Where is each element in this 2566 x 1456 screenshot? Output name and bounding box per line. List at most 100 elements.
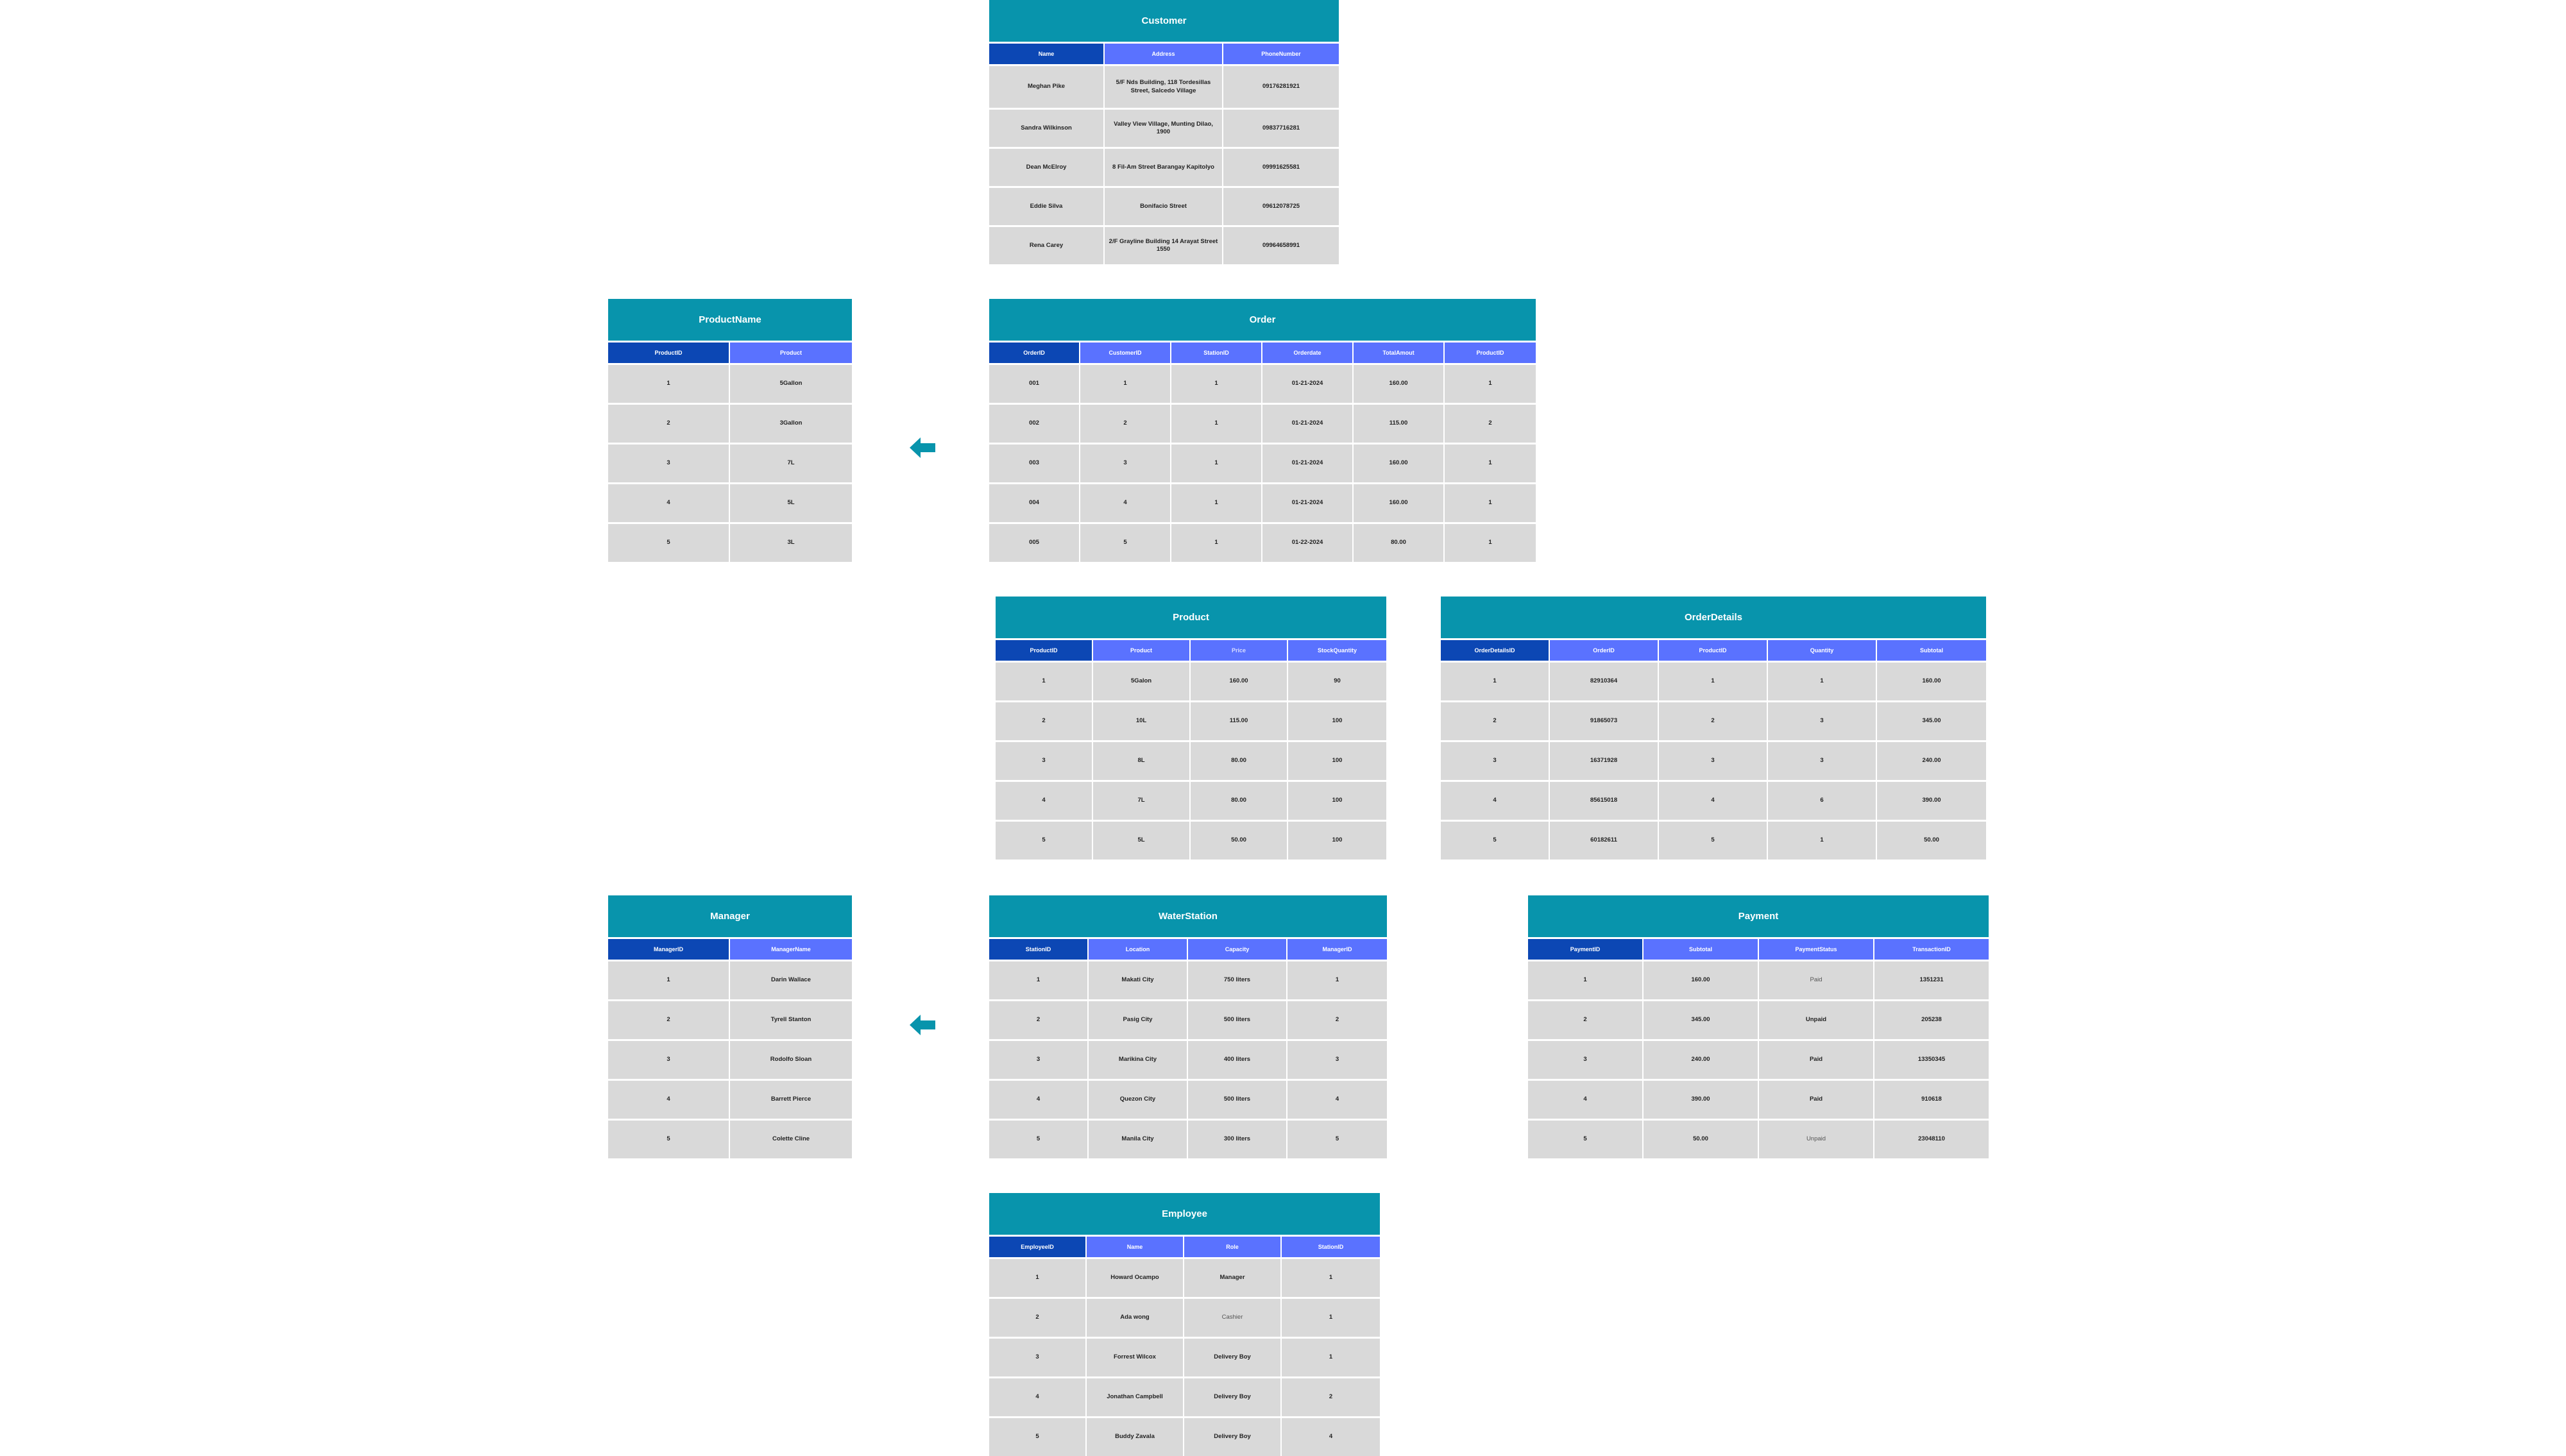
table-cell: 2 [608, 1001, 730, 1039]
column-header: OrderDetailsID [1441, 640, 1550, 661]
table-cell: Forrest Wilcox [1087, 1339, 1184, 1376]
table-cell: 09612078725 [1223, 188, 1339, 225]
table-cell: 4 [989, 1378, 1087, 1416]
table-cell: 3 [989, 1339, 1087, 1376]
table-header-row: ProductID Product [608, 343, 852, 363]
table-cell: Dean McElroy [989, 149, 1105, 186]
column-header: ManagerName [730, 939, 852, 960]
table-title: ProductName [608, 299, 852, 343]
table-cell: 4 [1659, 782, 1768, 820]
column-header: ManagerID [608, 939, 730, 960]
table-title: Employee [989, 1193, 1380, 1237]
table-cell: Howard Ocampo [1087, 1259, 1184, 1297]
table-cell: 1 [989, 1259, 1087, 1297]
table-row: 5 Buddy Zavala Delivery Boy 4 [989, 1416, 1380, 1456]
table-cell: 82910364 [1550, 663, 1659, 700]
table-cell: 10L [1093, 702, 1191, 740]
column-header: Orderdate [1262, 343, 1354, 363]
table-row: 4 85615018 4 6 390.00 [1441, 780, 1986, 820]
table-cell: 1 [1768, 822, 1877, 859]
table-cell: Sandra Wilkinson [989, 110, 1105, 147]
table-cell: 80.00 [1191, 782, 1288, 820]
table-cell: 3 [608, 444, 730, 482]
table-row: 003 3 1 01-21-2024 160.00 1 [989, 443, 1536, 482]
table-cell: 16371928 [1550, 742, 1659, 780]
table-cell: 5 [1528, 1121, 1644, 1158]
table-cell: 2 [1287, 1001, 1387, 1039]
table-row: 4 Quezon City 500 liters 4 [989, 1079, 1387, 1119]
manager-table: Manager ManagerID ManagerName 1 Darin Wallac… [608, 895, 852, 1158]
table-row: 4 7L 80.00 100 [996, 780, 1386, 820]
table-cell: 85615018 [1550, 782, 1659, 820]
table-cell: 1 [1171, 484, 1262, 522]
table-header-row: ProductID Product Price StockQuantity [996, 640, 1386, 661]
table-cell: 5 [1080, 524, 1171, 562]
column-header: ProductID [996, 640, 1093, 661]
table-cell: 390.00 [1877, 782, 1986, 820]
table-row: 5 60182611 5 1 50.00 [1441, 820, 1986, 859]
table-cell: Rena Carey [989, 227, 1105, 264]
productname-table: ProductName ProductID Product 1 5Gallon 2 3Gal… [608, 299, 852, 562]
table-cell: 5/F Nds Building, 118 Tordesillas Street… [1105, 66, 1223, 108]
table-row: 3 Forrest Wilcox Delivery Boy 1 [989, 1337, 1380, 1376]
waterstation-table: WaterStation StationID Location Capacity Man… [989, 895, 1387, 1158]
table-title: Product [996, 597, 1386, 640]
table-row: 4 Jonathan Campbell Delivery Boy 2 [989, 1376, 1380, 1416]
table-cell: Darin Wallace [730, 961, 852, 999]
table-cell: 80.00 [1191, 742, 1288, 780]
table-row: 2 3Gallon [608, 403, 852, 443]
column-header: Quantity [1768, 640, 1877, 661]
table-cell: 01-21-2024 [1262, 484, 1354, 522]
table-cell: 3 [1768, 702, 1877, 740]
table-cell: Makati City [1089, 961, 1188, 999]
table-cell: 345.00 [1644, 1001, 1759, 1039]
table-row: 004 4 1 01-21-2024 160.00 1 [989, 482, 1536, 522]
table-row: 3 8L 80.00 100 [996, 740, 1386, 780]
table-cell: Manager [1184, 1259, 1282, 1297]
table-cell: 4 [1441, 782, 1550, 820]
table-cell: 1 [1282, 1339, 1380, 1376]
column-header: Subtotal [1644, 939, 1759, 960]
table-row: 5 50.00 Unpaid 23048110 [1528, 1119, 1989, 1158]
table-row: 1 Howard Ocampo Manager 1 [989, 1257, 1380, 1297]
column-header: PaymentStatus [1759, 939, 1874, 960]
table-cell: 3 [1287, 1041, 1387, 1079]
table-cell: 2/F Grayline Building 14 Arayat Street 1… [1105, 227, 1223, 264]
table-cell: 2 [1528, 1001, 1644, 1039]
table-cell: 4 [608, 1081, 730, 1119]
table-cell: 500 liters [1188, 1081, 1287, 1119]
table-title: Payment [1528, 895, 1989, 939]
table-row: 005 5 1 01-22-2024 80.00 1 [989, 522, 1536, 562]
table-cell: 160.00 [1354, 444, 1445, 482]
table-cell: Meghan Pike [989, 66, 1105, 108]
column-header: OrderID [1550, 640, 1659, 661]
column-header: Name [989, 44, 1105, 64]
column-header: TotalAmout [1354, 343, 1445, 363]
table-row: Sandra Wilkinson Valley View Village, Mun… [989, 108, 1339, 147]
table-cell: 160.00 [1877, 663, 1986, 700]
table-cell: 5 [989, 1418, 1087, 1456]
column-header: Address [1105, 44, 1223, 64]
table-row: 4 Barrett Pierce [608, 1079, 852, 1119]
table-cell: 91865073 [1550, 702, 1659, 740]
orderdetails-table: OrderDetails OrderDetailsID OrderID Product… [1441, 597, 1986, 859]
table-cell: 1 [1171, 524, 1262, 562]
table-cell: 01-22-2024 [1262, 524, 1354, 562]
table-title: Customer [989, 0, 1339, 44]
table-cell: 1 [608, 961, 730, 999]
table-cell: 5L [730, 484, 852, 522]
table-cell: 1 [1445, 524, 1536, 562]
table-cell: Marikina City [1089, 1041, 1188, 1079]
column-header: PhoneNumber [1223, 44, 1339, 64]
table-cell: 205238 [1874, 1001, 1989, 1039]
table-cell: 005 [989, 524, 1080, 562]
column-header: Role [1184, 1237, 1282, 1257]
table-header-row: OrderID CustomerID StationID Orderdate Total… [989, 343, 1536, 363]
table-row: 1 5Gallon [608, 363, 852, 403]
table-cell: Colette Cline [730, 1121, 852, 1158]
table-cell: 8 Fil-Am Street Barangay Kapitolyo [1105, 149, 1223, 186]
table-cell: 01-21-2024 [1262, 405, 1354, 443]
column-header: StationID [1282, 1237, 1380, 1257]
table-cell: 3 [989, 1041, 1089, 1079]
table-cell: 5 [989, 1121, 1089, 1158]
